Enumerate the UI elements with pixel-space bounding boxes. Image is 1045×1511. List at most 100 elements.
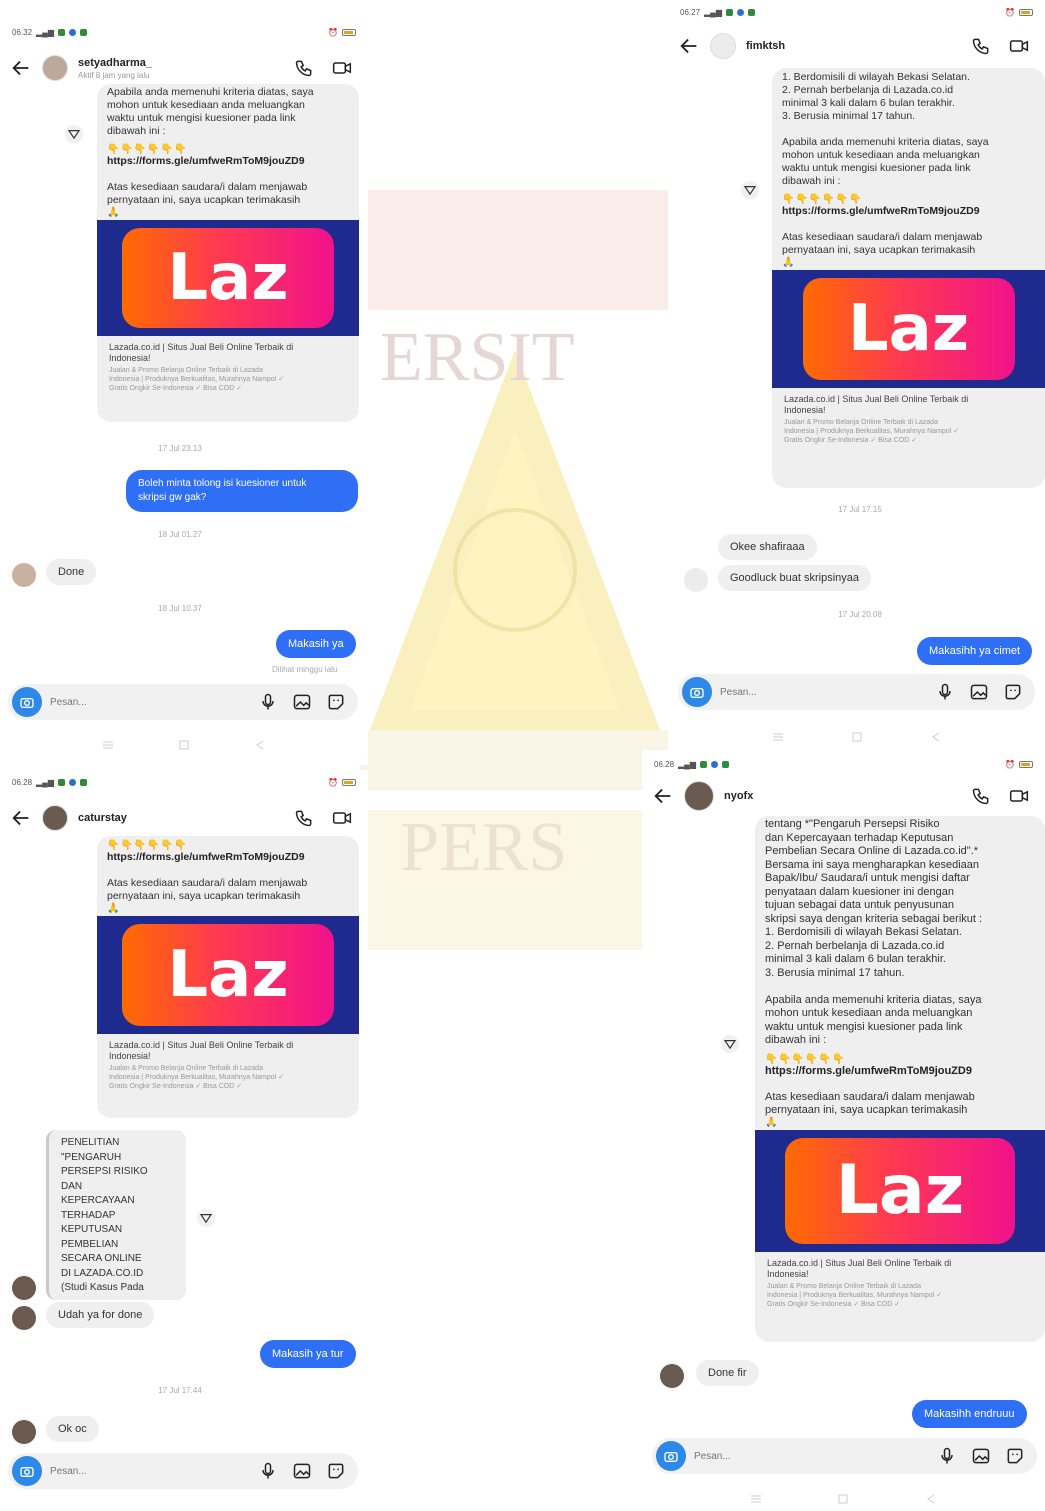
phone-icon[interactable] — [971, 786, 991, 806]
form-link[interactable]: https://forms.gle/umfweRmToM9jouZD9 — [97, 851, 359, 863]
outgoing-message[interactable]: Makasihh ya cimet — [917, 637, 1033, 665]
thanks-text: Atas kesediaan saudara/i dalam menjawab … — [107, 181, 308, 206]
quoted-message-card[interactable]: PENELITIAN "PENGARUH PERSEPSI RISIKO DAN… — [46, 1130, 186, 1300]
avatar[interactable] — [42, 805, 68, 831]
outgoing-message[interactable]: Boleh minta tolong isi kuesioner untuk s… — [126, 470, 358, 512]
message-input[interactable] — [50, 1465, 250, 1477]
username[interactable]: fimktsh — [746, 40, 961, 52]
outgoing-message[interactable]: Makasihh endruuu — [912, 1400, 1027, 1428]
microphone-icon[interactable] — [935, 682, 955, 702]
menu-nav-icon[interactable] — [750, 1494, 762, 1504]
username[interactable]: setyadharma_ — [78, 57, 284, 69]
share-icon[interactable] — [196, 1208, 216, 1228]
gallery-icon[interactable] — [969, 682, 989, 702]
app-icon — [69, 28, 77, 36]
back-arrow-icon[interactable] — [10, 807, 32, 829]
home-nav-icon[interactable] — [837, 1494, 849, 1504]
avatar[interactable] — [12, 563, 36, 587]
outgoing-message[interactable]: Makasih ya — [276, 630, 356, 658]
link-preview-title: Lazada.co.id | Situs Jual Beli Online Te… — [784, 394, 969, 415]
pray-emoji: 🙏 — [107, 207, 120, 218]
phone-icon[interactable] — [294, 808, 314, 828]
microphone-icon[interactable] — [258, 1461, 278, 1481]
message-input[interactable] — [694, 1450, 929, 1462]
form-link[interactable]: https://forms.gle/umfweRmToM9jouZD9 — [97, 155, 359, 167]
phone-icon[interactable] — [294, 58, 314, 78]
home-nav-icon[interactable] — [851, 732, 863, 742]
app-icon — [58, 778, 66, 786]
username[interactable]: caturstay — [78, 812, 284, 824]
avatar[interactable] — [12, 1306, 36, 1330]
battery-icon — [1019, 760, 1033, 768]
form-link[interactable]: https://forms.gle/umfweRmToM9jouZD9 — [755, 1065, 1045, 1077]
sticker-icon[interactable] — [326, 1461, 346, 1481]
sticker-icon[interactable] — [1003, 682, 1023, 702]
avatar[interactable] — [684, 781, 714, 811]
incoming-message[interactable]: Done fir — [696, 1360, 759, 1386]
back-arrow-icon[interactable] — [652, 785, 674, 807]
sticker-icon[interactable] — [326, 692, 346, 712]
app-icon — [726, 8, 734, 16]
chat-panel-setyadharma: 06.32 ▂▄▆ ⏰ setyadharma_ Aktif 8 jam yan… — [0, 20, 368, 765]
menu-nav-icon[interactable] — [102, 740, 114, 750]
form-link[interactable]: https://forms.gle/umfweRmToM9jouZD9 — [772, 205, 1045, 217]
gallery-icon[interactable] — [292, 1461, 312, 1481]
incoming-message[interactable]: Goodluck buat skripsinyaa — [718, 565, 872, 591]
avatar[interactable] — [710, 33, 736, 59]
gallery-icon[interactable] — [971, 1446, 991, 1466]
phone-icon[interactable] — [971, 36, 991, 56]
chat-panel-nyofx: 06.28 ▂▄▆ ⏰ nyofx tentang *"Pengaruh Per… — [642, 750, 1045, 1511]
watermark-bottom-text: PERS — [400, 809, 567, 886]
system-nav-bar — [0, 736, 368, 754]
system-nav-bar — [642, 1490, 1045, 1508]
lazada-banner[interactable]: Laz — [772, 270, 1045, 388]
username[interactable]: nyofx — [724, 790, 961, 802]
avatar[interactable] — [12, 1420, 36, 1444]
status-time: 06.32 — [12, 27, 33, 37]
back-nav-icon[interactable] — [925, 1494, 937, 1504]
video-camera-icon[interactable] — [1009, 786, 1029, 806]
lazada-banner[interactable]: Laz — [97, 220, 359, 336]
chat-header: caturstay — [0, 796, 368, 840]
camera-icon[interactable] — [682, 677, 712, 707]
gallery-icon[interactable] — [292, 692, 312, 712]
incoming-message[interactable]: Done — [46, 559, 97, 585]
back-nav-icon[interactable] — [254, 740, 266, 750]
share-icon[interactable] — [720, 1034, 740, 1054]
message-composer — [678, 674, 1035, 710]
share-icon[interactable] — [64, 124, 84, 144]
link-preview-title: Lazada.co.id | Situs Jual Beli Online Te… — [767, 1257, 952, 1279]
video-camera-icon[interactable] — [332, 808, 352, 828]
camera-icon[interactable] — [656, 1441, 686, 1471]
back-nav-icon[interactable] — [930, 732, 942, 742]
timestamp: 17 Jul 17.15 — [838, 505, 882, 514]
video-camera-icon[interactable] — [1009, 36, 1029, 56]
sticker-icon[interactable] — [1005, 1446, 1025, 1466]
menu-nav-icon[interactable] — [772, 732, 784, 742]
camera-icon[interactable] — [12, 687, 42, 717]
incoming-message[interactable]: Ok oc — [46, 1416, 99, 1442]
video-camera-icon[interactable] — [332, 58, 352, 78]
emoji-row: 👇👇👇👇👇👇 — [765, 1053, 846, 1065]
message-input[interactable] — [720, 686, 927, 698]
message-text: tentang *"Pengaruh Persepsi Risiko dan K… — [765, 818, 983, 1046]
message-input[interactable] — [50, 696, 250, 708]
incoming-message[interactable]: Okee shafiraaa — [718, 534, 817, 560]
status-bar: 06.32 ▂▄▆ ⏰ — [0, 20, 368, 44]
camera-icon[interactable] — [12, 1456, 42, 1486]
microphone-icon[interactable] — [258, 692, 278, 712]
home-nav-icon[interactable] — [178, 740, 190, 750]
lazada-banner[interactable]: Laz — [97, 916, 359, 1034]
lazada-banner[interactable]: Laz — [755, 1129, 1045, 1252]
message-composer — [8, 684, 358, 720]
incoming-message[interactable]: Udah ya for done — [46, 1302, 155, 1328]
outgoing-message[interactable]: Makasih ya tur — [260, 1340, 356, 1368]
share-icon[interactable] — [740, 180, 760, 200]
back-arrow-icon[interactable] — [678, 35, 700, 57]
avatar[interactable] — [12, 1276, 36, 1300]
avatar[interactable] — [42, 55, 68, 81]
back-arrow-icon[interactable] — [10, 57, 32, 79]
microphone-icon[interactable] — [937, 1446, 957, 1466]
avatar[interactable] — [660, 1364, 684, 1388]
avatar[interactable] — [684, 568, 708, 592]
